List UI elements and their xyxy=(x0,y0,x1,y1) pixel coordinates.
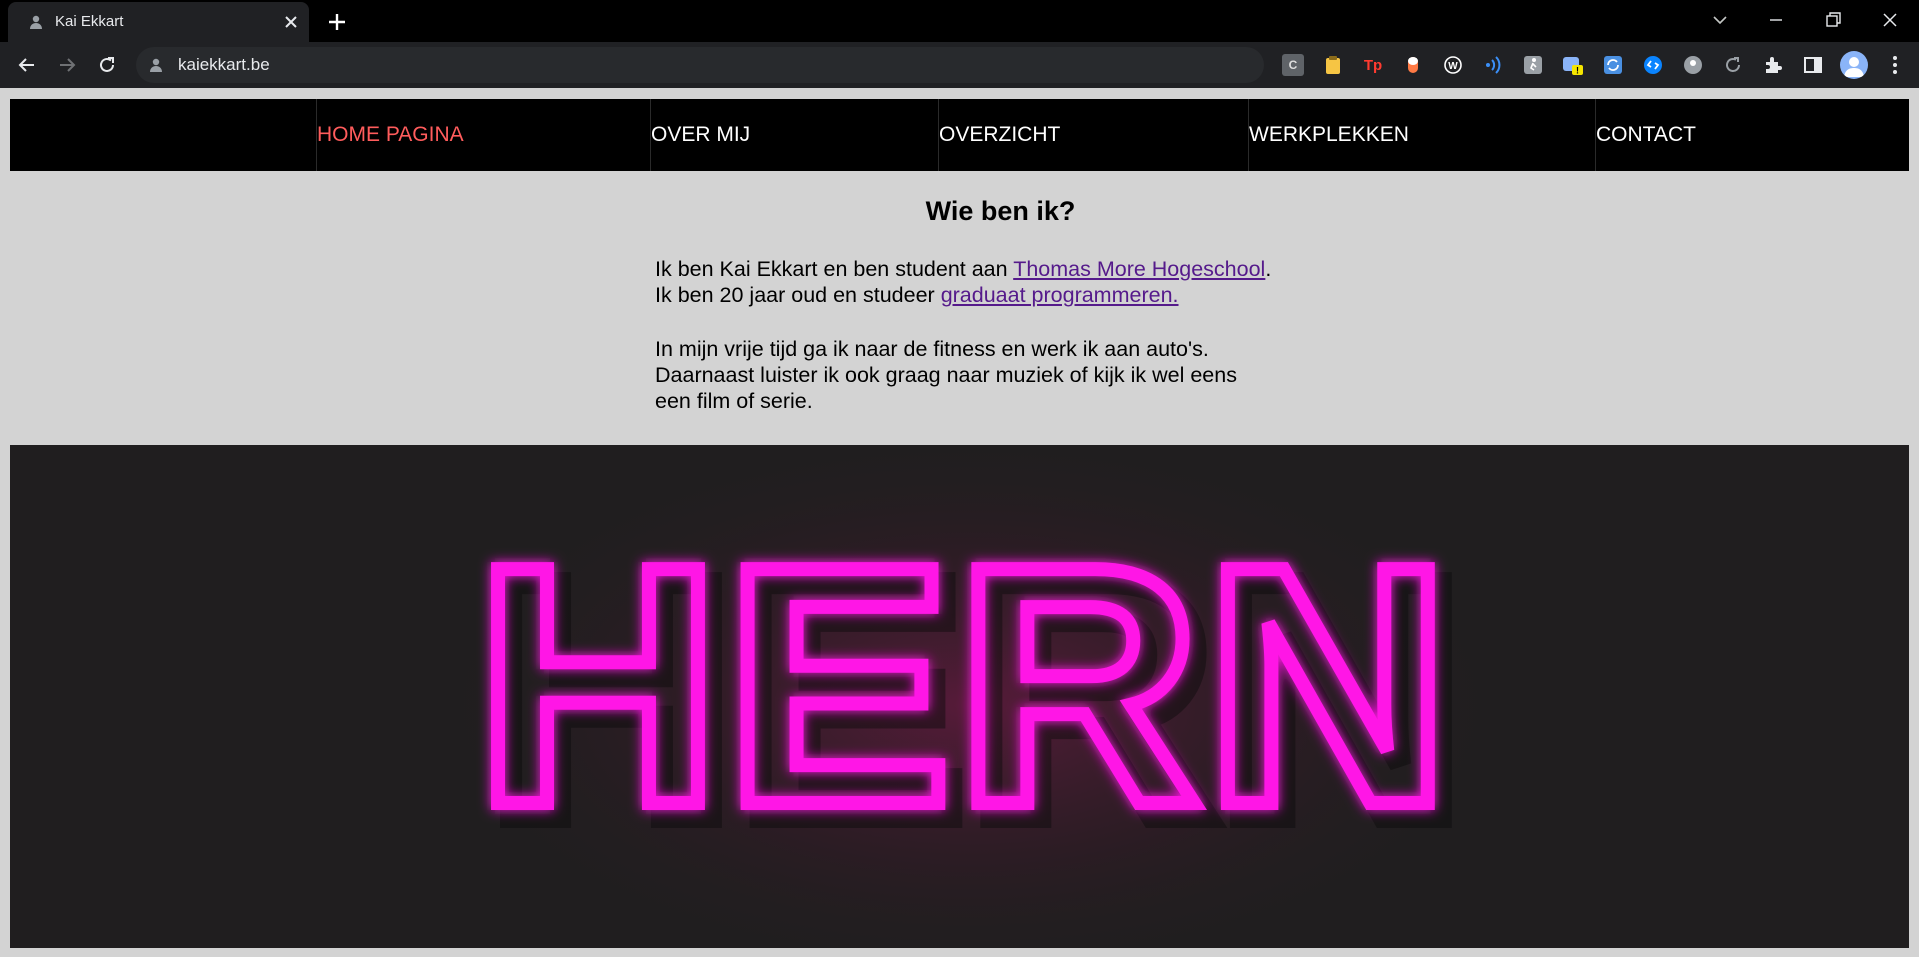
page-bottom-strip xyxy=(0,948,1919,957)
site-info-icon[interactable] xyxy=(148,57,164,73)
tab-search-icon[interactable] xyxy=(1710,10,1730,30)
nav-overzicht[interactable]: OVERZICHT xyxy=(938,99,1249,171)
hero-neon-image: HERN HERN xyxy=(10,445,1909,948)
browser-tab[interactable]: Kai Ekkart xyxy=(8,2,309,42)
tp-extension-icon[interactable]: Tp xyxy=(1362,54,1384,76)
svg-text:W: W xyxy=(1448,61,1458,72)
nav-contact[interactable]: CONTACT xyxy=(1595,99,1909,171)
extension-c-icon[interactable]: C xyxy=(1282,54,1304,76)
side-panel-icon[interactable] xyxy=(1802,54,1824,76)
browser-toolbar: kaiekkart.be C Tp W ! xyxy=(0,42,1919,88)
restore-icon[interactable] xyxy=(1823,10,1843,30)
browser-menu-icon[interactable] xyxy=(1884,54,1906,76)
close-tab-icon[interactable] xyxy=(284,15,298,29)
web-page: HOME PAGINA OVER MIJ OVERZICHT WERKPLEKK… xyxy=(0,88,1919,957)
thomas-more-link[interactable]: Thomas More Hogeschool xyxy=(1013,257,1265,281)
nav-werkplekken[interactable]: WERKPLEKKEN xyxy=(1248,99,1595,171)
circle-extension-icon[interactable] xyxy=(1682,54,1704,76)
nav-over-mij[interactable]: OVER MIJ xyxy=(650,99,938,171)
reload-icon[interactable] xyxy=(96,54,118,76)
forward-icon[interactable] xyxy=(56,54,78,76)
profile-avatar[interactable] xyxy=(1840,51,1868,79)
extensions-puzzle-icon[interactable] xyxy=(1762,54,1784,76)
walker-extension-icon[interactable] xyxy=(1522,54,1544,76)
loop-extension-icon[interactable] xyxy=(1722,54,1744,76)
tab-title: Kai Ekkart xyxy=(55,13,124,30)
badge-extension-icon[interactable]: ! xyxy=(1562,54,1584,76)
url-text: kaiekkart.be xyxy=(178,55,270,74)
nav-home[interactable]: HOME PAGINA xyxy=(316,99,650,171)
minimize-icon[interactable] xyxy=(1766,10,1786,30)
back-icon[interactable] xyxy=(16,54,38,76)
hobbies-paragraph: In mijn vrije tijd ga ik naar de fitness… xyxy=(655,337,1237,413)
intro-text: Ik ben Kai Ekkart en ben student aan Tho… xyxy=(655,256,1275,442)
clipboard-extension-icon[interactable] xyxy=(1322,54,1344,76)
site-navbar: HOME PAGINA OVER MIJ OVERZICHT WERKPLEKK… xyxy=(10,99,1909,171)
pill-extension-icon[interactable] xyxy=(1402,54,1424,76)
browser-tab-strip: Kai Ekkart xyxy=(0,0,1919,42)
site-default-icon xyxy=(30,15,42,29)
w-extension-icon[interactable]: W xyxy=(1442,54,1464,76)
address-bar[interactable]: kaiekkart.be xyxy=(136,47,1264,83)
intro-paragraph: Ik ben Kai Ekkart en ben student aan Tho… xyxy=(655,257,1272,307)
page-heading: Wie ben ik? xyxy=(925,196,1076,226)
neon-sign-text: HERN xyxy=(475,496,1454,876)
sync-extension-icon[interactable] xyxy=(1602,54,1624,76)
extension-badge: ! xyxy=(1576,66,1579,76)
shazam-extension-icon[interactable] xyxy=(1642,54,1664,76)
new-tab-icon[interactable] xyxy=(327,12,347,32)
signal-extension-icon[interactable] xyxy=(1482,54,1504,76)
graduaat-link[interactable]: graduaat programmeren. xyxy=(941,283,1179,307)
close-window-icon[interactable] xyxy=(1880,10,1900,30)
